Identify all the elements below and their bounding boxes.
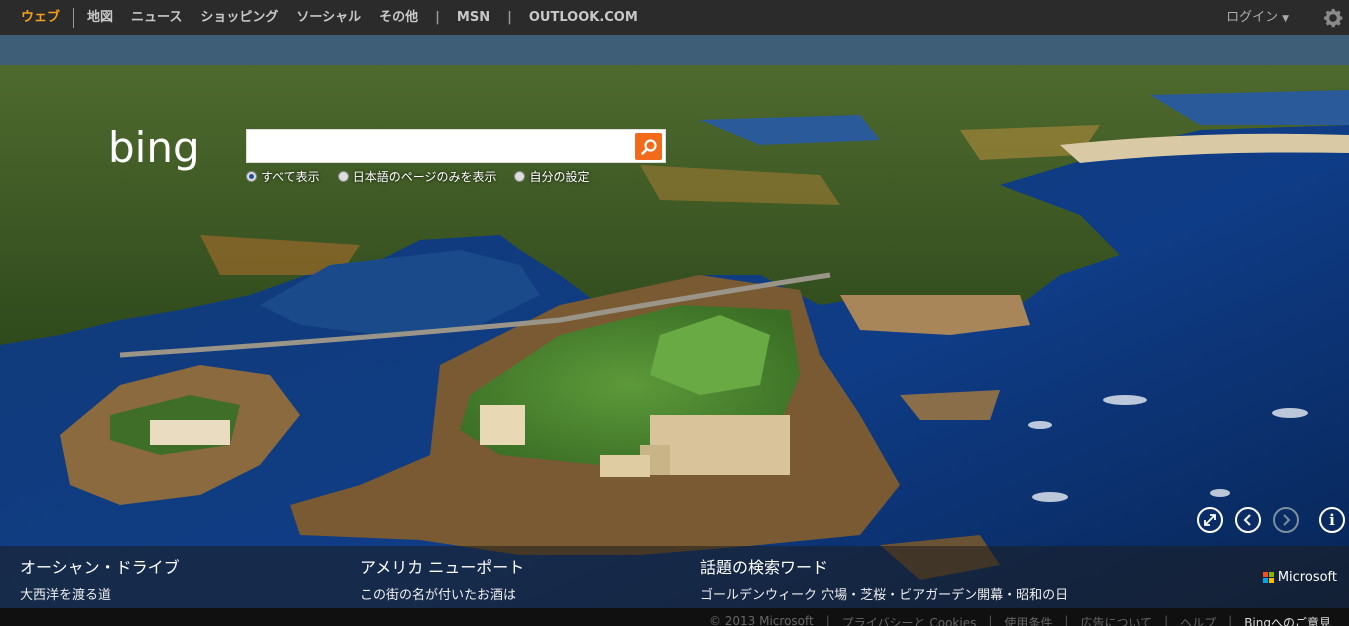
chevron-right-icon — [1283, 514, 1291, 526]
help-link[interactable]: ヘルプ — [1174, 614, 1222, 626]
image-info-button[interactable]: i — [1319, 507, 1345, 533]
info-icon: i — [1329, 511, 1335, 529]
tab-maps[interactable]: 地図 — [78, 0, 122, 35]
tab-web[interactable]: ウェブ — [12, 0, 69, 35]
footer-divider: | — [988, 614, 993, 626]
nav-pipe: | — [435, 10, 440, 25]
login-button[interactable]: ログイン ▼ — [1226, 0, 1289, 37]
search-box — [246, 129, 666, 163]
top-navigation: ウェブ 地図 ニュース ショッピング ソーシャル その他 | MSN | OUT… — [0, 0, 1349, 35]
search-icon — [640, 138, 657, 155]
nav-pipe: | — [507, 10, 512, 25]
previous-image-button[interactable] — [1235, 507, 1261, 533]
footer-divider: | — [1164, 614, 1169, 626]
tab-social[interactable]: ソーシャル — [287, 0, 370, 35]
scope-japanese-label: 日本語のページのみを表示 — [352, 170, 497, 184]
copyright: © 2013 Microsoft — [708, 614, 814, 626]
hotspot-subtitle: 大西洋を渡る道 — [20, 588, 112, 603]
tab-more[interactable]: その他 — [370, 0, 427, 35]
footer: © 2013 Microsoft | プライバシーと Cookies | 使用条… — [0, 608, 1349, 626]
footer-divider: | — [1064, 614, 1069, 626]
tab-news[interactable]: ニュース — [122, 0, 191, 35]
link-outlook[interactable]: OUTLOOK.COM — [520, 0, 647, 35]
scope-custom[interactable]: 自分の設定 — [514, 168, 589, 185]
next-image-button[interactable] — [1273, 507, 1299, 533]
link-msn[interactable]: MSN — [448, 0, 499, 35]
bing-logo-text: bing — [108, 126, 200, 172]
hotspot-2[interactable]: アメリカ ニューポート この街の名が付いたお酒は — [360, 554, 524, 603]
scope-custom-label: 自分の設定 — [529, 170, 590, 184]
hotspot-trending[interactable]: 話題の検索ワード ゴールデンウィーク 穴場・芝桜・ビアガーデン開幕・昭和の日 — [700, 554, 1068, 603]
background-photo — [0, 35, 1349, 626]
expand-button[interactable] — [1197, 507, 1223, 533]
radio[interactable] — [514, 171, 526, 182]
search-button[interactable] — [635, 133, 662, 160]
chevron-down-icon: ▼ — [1282, 14, 1289, 24]
tab-shopping[interactable]: ショッピング — [191, 0, 287, 35]
login-label: ログイン — [1226, 10, 1279, 25]
radio-selected[interactable] — [246, 171, 257, 182]
expand-icon — [1204, 514, 1216, 526]
microsoft-label: Microsoft — [1277, 570, 1337, 585]
radio[interactable] — [337, 171, 349, 182]
ads-link[interactable]: 広告について — [1074, 614, 1158, 626]
hotspot-subtitle: ゴールデンウィーク 穴場・芝桜・ビアガーデン開幕・昭和の日 — [700, 588, 1069, 603]
footer-divider: | — [825, 614, 830, 626]
gear-icon[interactable] — [1321, 6, 1345, 30]
hotspot-1[interactable]: オーシャン・ドライブ 大西洋を渡る道 — [20, 554, 180, 603]
scope-japanese[interactable]: 日本語のページのみを表示 — [337, 168, 497, 185]
microsoft-flag-icon — [1262, 572, 1274, 583]
bing-logo[interactable]: bing — [108, 126, 238, 174]
microsoft-logo[interactable]: Microsoft — [1262, 570, 1337, 585]
feedback-link[interactable]: Bingへのご意見 — [1238, 614, 1337, 626]
hotspot-title: 話題の検索ワード — [700, 558, 829, 577]
chevron-left-icon — [1243, 514, 1251, 526]
search-scope-options: すべて表示 日本語のページのみを表示 自分の設定 — [246, 168, 589, 185]
hotspot-subtitle: この街の名が付いたお酒は — [360, 588, 517, 603]
hotspot-strip: オーシャン・ドライブ 大西洋を渡る道 アメリカ ニューポート この街の名が付いた… — [0, 546, 1349, 608]
hotspot-title: オーシャン・ドライブ — [20, 558, 180, 577]
hotspot-title: アメリカ ニューポート — [360, 558, 525, 577]
footer-divider: | — [1228, 614, 1233, 626]
search-input[interactable] — [247, 130, 627, 162]
footer-links: © 2013 Microsoft | プライバシーと Cookies | 使用条… — [703, 614, 1337, 626]
scope-all[interactable]: すべて表示 — [246, 168, 320, 185]
scope-all-label: すべて表示 — [261, 170, 320, 184]
privacy-link[interactable]: プライバシーと Cookies — [836, 614, 983, 626]
nav-divider — [73, 7, 75, 28]
terms-link[interactable]: 使用条件 — [998, 614, 1058, 626]
